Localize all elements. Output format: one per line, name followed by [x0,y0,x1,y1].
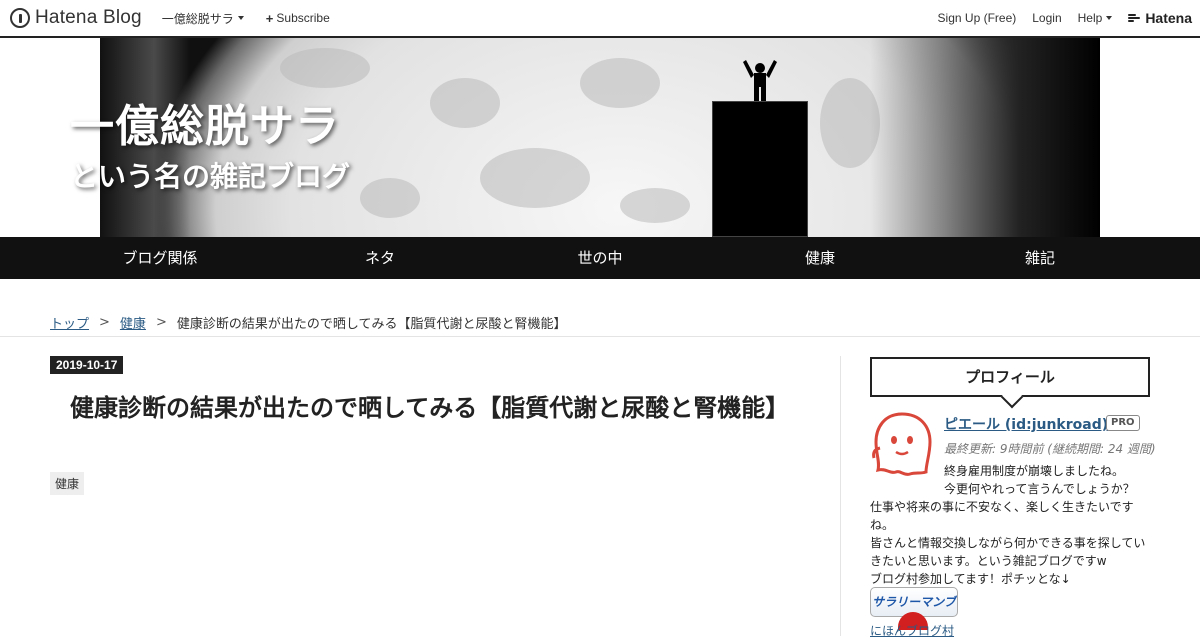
category-link-society[interactable]: 世の中 [490,237,710,279]
profile-intro-top: 終身雇用制度が崩壊しましたね。 今更何やれって言うんでしょうか？ [944,462,1135,498]
profile-heading: プロフィール [870,357,1150,397]
breadcrumb: トップ > 健康 > 健康診断の結果が出たので晒してみる【脂質代謝と尿酸と腎機能… [50,313,566,332]
blog-menu-dropdown[interactable]: 一億総脱サラ [162,10,244,27]
profile-name-link[interactable]: ピエール (id:junkroad) [944,414,1108,434]
plus-icon: + [265,10,274,26]
blogmura-link[interactable]: にほんブログ村 [870,622,954,639]
column-divider [840,356,841,636]
entry-category-tag[interactable]: 健康 [50,472,85,495]
intro-line: 終身雇用制度が崩壊しましたね。 [944,464,1125,478]
help-dropdown[interactable]: Help [1078,11,1113,25]
hatena-mark-icon [1128,13,1142,23]
global-header: Hatena Blog 一億総脱サラ + Subscribe Sign Up (… [0,0,1200,38]
pro-badge: PRO [1106,415,1140,431]
entry-date[interactable]: 2019-10-17 [50,356,124,374]
help-label: Help [1077,11,1103,25]
entry-title[interactable]: 健康診断の結果が出たので晒してみる【脂質代謝と尿酸と腎機能】 [70,392,820,424]
category-link-misc[interactable]: 雑記 [930,237,1150,279]
person-silhouette-icon [743,60,777,102]
divider [0,336,1200,337]
signup-link[interactable]: Sign Up (Free) [938,11,1017,25]
hatena-blog-logo[interactable]: Hatena Blog [10,7,142,29]
breadcrumb-separator: > [99,315,110,330]
ghost-avatar-icon[interactable] [870,410,934,478]
breadcrumb-category-link[interactable]: 健康 [120,313,146,332]
brand-text: Hatena Blog [35,7,142,28]
chevron-down-icon [1106,16,1113,20]
chevron-down-icon [237,16,244,20]
profile-intro-body: 仕事や将来の事に不安なく、楽しく生きたいですね。 皆さんと情報交換しながら何かで… [870,500,1146,586]
category-link-neta[interactable]: ネタ [270,237,490,279]
hatena-logo[interactable]: Hatena [1128,10,1192,26]
blog-title-link[interactable]: 一億総脱サラ [70,90,340,154]
intro-line: 今更何やれって言うんでしょうか？ [944,482,1135,496]
hatena-label: Hatena [1145,10,1192,26]
breadcrumb-current: 健康診断の結果が出たので晒してみる【脂質代謝と尿酸と腎機能】 [176,317,567,332]
login-link[interactable]: Login [1032,11,1061,25]
category-nav: ブログ関係 ネタ 世の中 健康 雑記 [0,237,1200,279]
pillar-shape [712,101,808,237]
subscribe-label: Subscribe [276,11,330,25]
blog-menu-label: 一億総脱サラ [161,11,234,26]
blog-description: という名の雑記ブログ [70,160,351,193]
category-link-health[interactable]: 健康 [710,237,930,279]
category-link-blog[interactable]: ブログ関係 [50,237,270,279]
breadcrumb-top-link[interactable]: トップ [50,313,89,332]
breadcrumb-separator: > [155,315,167,330]
profile-updated: 最終更新: 9時間前 (継続期間: 24 週間) [944,442,1156,456]
subscribe-button[interactable]: + Subscribe [266,11,330,26]
account-links: Sign Up (Free) Login Help Hatena [922,10,1200,26]
pen-icon [10,8,30,28]
